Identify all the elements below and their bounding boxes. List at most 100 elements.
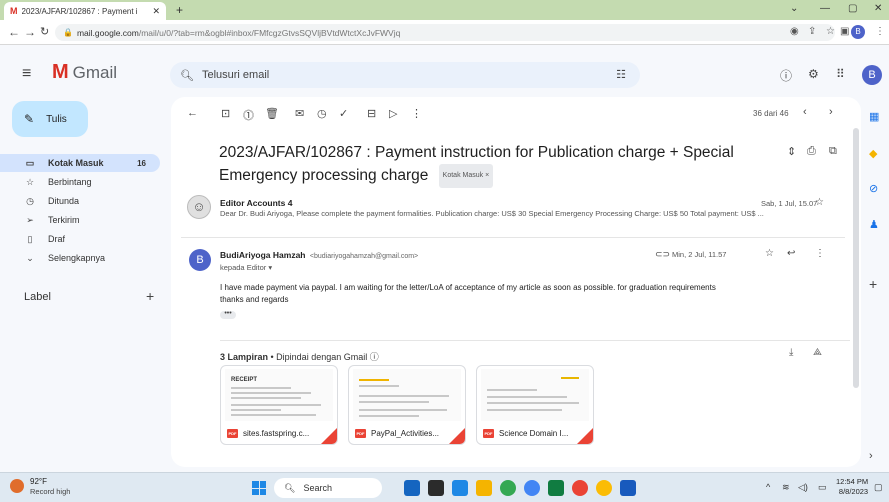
expand-all-icon[interactable]: ⇕	[787, 145, 796, 158]
tab-search-icon[interactable]: ⌄	[790, 3, 798, 14]
reply-icon[interactable]: ↩	[787, 248, 795, 259]
delete-icon[interactable]: 🗑︎	[265, 107, 279, 120]
taskbar-excel-icon[interactable]	[548, 480, 564, 496]
newer-icon[interactable]: ‹	[803, 106, 807, 118]
attachment-card[interactable]: RECEIPT PDF sites.fastspring.c...	[220, 365, 338, 445]
gmail-logo[interactable]: M Gmail	[52, 61, 117, 84]
share-icon[interactable]: ⇪	[808, 26, 816, 37]
show-trimmed-button[interactable]: •••	[220, 310, 236, 319]
attachment-name: Science Domain I...	[499, 428, 569, 438]
sidebar-item-drafts[interactable]: ▯ Draf	[0, 230, 160, 248]
restore-icon[interactable]: ▢	[848, 3, 857, 14]
apps-grid-icon[interactable]: ⠿	[836, 67, 845, 81]
add-task-icon[interactable]: ✓	[339, 107, 348, 120]
bookmark-star-icon[interactable]: ☆	[826, 26, 835, 37]
reload-icon[interactable]: ↻	[40, 25, 49, 38]
email-view: ← ⊡ ⓵ 🗑︎ ✉ ◷ ✓ ⊟ ▷ ⋮ 36 dari 46 ‹ › 2023…	[171, 97, 861, 467]
pdf-icon: PDF	[483, 428, 494, 438]
close-window-icon[interactable]: ✕	[874, 3, 882, 14]
sender-avatar: ☺	[187, 195, 211, 219]
inbox-icon: ▭	[25, 157, 35, 168]
search-placeholder: Telusuri email	[201, 69, 270, 81]
help-icon[interactable]: ⓘ	[780, 67, 792, 84]
taskbar-word-icon[interactable]	[620, 480, 636, 496]
taskbar-chrome-icon[interactable]	[572, 480, 588, 496]
weather-desc: Record high	[30, 487, 71, 496]
taskbar-clock[interactable]: 12:54 PM 8/8/2023	[836, 477, 868, 497]
open-new-window-icon[interactable]: ⧉	[829, 145, 837, 158]
report-spam-icon[interactable]: ⓵	[243, 107, 254, 123]
main-menu-icon[interactable]: ≡	[22, 65, 31, 83]
recipient-dropdown[interactable]: kepada Editor ▾	[220, 263, 272, 272]
account-avatar[interactable]: B	[862, 65, 882, 85]
calendar-icon[interactable]: ▦	[869, 110, 879, 123]
move-to-icon[interactable]: ⊟	[367, 107, 376, 120]
sidebar-item-snoozed[interactable]: ◷ Ditunda	[0, 192, 160, 210]
compose-button[interactable]: ✎ Tulis	[12, 101, 88, 137]
volume-icon[interactable]: ◁)	[798, 482, 808, 493]
clock-date: 8/8/2023	[838, 487, 869, 496]
sidebar-item-starred[interactable]: ☆ Berbintang	[0, 173, 160, 191]
taskbar-search[interactable]: 🔍︎ Search	[274, 478, 382, 498]
back-icon[interactable]: ←	[8, 25, 20, 39]
browser-tab[interactable]: M 2023/AJFAR/102867 : Payment i ✕	[4, 2, 166, 20]
new-tab-button[interactable]: +	[176, 3, 183, 17]
label-icon[interactable]: ▷	[389, 107, 397, 120]
location-icon[interactable]: ◉	[790, 26, 799, 37]
start-windows-icon[interactable]	[252, 481, 266, 495]
download-all-icon[interactable]: ⤓	[789, 347, 793, 358]
back-to-inbox-icon[interactable]: ←	[187, 107, 198, 119]
browser-profile-avatar[interactable]: B	[851, 25, 865, 39]
keep-icon[interactable]: ◆	[869, 147, 877, 160]
archive-icon[interactable]: ⊡	[221, 107, 230, 120]
search-input[interactable]: 🔍︎ Telusuri email ☷	[170, 62, 640, 88]
tasks-icon[interactable]: ⊘	[869, 182, 878, 195]
forward-icon[interactable]: →	[24, 25, 36, 39]
contacts-icon[interactable]: ♟	[869, 218, 879, 231]
show-side-panel-icon[interactable]: ›	[869, 450, 873, 462]
weather-icon[interactable]	[10, 479, 24, 493]
attachments-header: 3 Lampiran • Dipindai dengan Gmail ⓘ	[220, 350, 379, 363]
save-to-drive-icon[interactable]: ⟁	[813, 347, 822, 358]
attachment-card[interactable]: PDF PayPal_Activities...	[348, 365, 466, 445]
snooze-icon[interactable]: ◷	[317, 107, 327, 120]
taskbar-app-icon[interactable]	[428, 480, 444, 496]
taskbar-chrome-icon[interactable]	[596, 480, 612, 496]
search-icon[interactable]: 🔍︎	[180, 69, 194, 82]
settings-gear-icon[interactable]: ⚙	[808, 67, 819, 81]
older-icon[interactable]: ›	[829, 106, 833, 118]
wifi-icon[interactable]: ≋	[782, 482, 790, 493]
search-options-icon[interactable]: ☷	[616, 68, 626, 81]
sidebar-item-sent[interactable]: ➢ Terkirim	[0, 211, 160, 229]
mark-unread-icon[interactable]: ✉	[295, 107, 304, 120]
email-scrollbar[interactable]	[853, 128, 859, 388]
message-snippet: Dear Dr. Budi Ariyoga, Please complete t…	[220, 209, 764, 218]
star-icon[interactable]: ☆	[815, 197, 824, 208]
label-chip-inbox[interactable]: Kotak Masuk ×	[438, 164, 494, 188]
attachment-card[interactable]: PDF Science Domain I...	[476, 365, 594, 445]
more-options-icon[interactable]: ⋮	[411, 107, 422, 120]
add-label-icon[interactable]: +	[146, 288, 154, 304]
message-collapsed[interactable]: ☺ Editor Accounts 4 Sab, 1 Jul, 15.07 ☆ …	[185, 195, 845, 235]
taskbar-chrome-icon[interactable]	[524, 480, 540, 496]
notifications-icon[interactable]: ▢	[874, 482, 883, 493]
taskbar-app-icon[interactable]	[404, 480, 420, 496]
sidebar-item-label: Selengkapnya	[48, 253, 106, 263]
sidebar-item-more[interactable]: ⌄ Selengkapnya	[0, 249, 160, 267]
sidebar-item-inbox[interactable]: ▭ Kotak Masuk 16	[0, 154, 160, 172]
taskbar-folder-icon[interactable]	[476, 480, 492, 496]
battery-icon[interactable]: ▭	[818, 482, 827, 493]
tab-close-icon[interactable]: ✕	[152, 6, 160, 17]
weather-temp: 92°F	[30, 477, 47, 486]
side-panel-icon[interactable]: ▣	[840, 26, 849, 37]
browser-menu-icon[interactable]: ⋮	[875, 26, 885, 37]
minimize-icon[interactable]: —	[820, 3, 830, 14]
star-icon[interactable]: ☆	[765, 248, 774, 259]
address-bar[interactable]: 🔒 mail.google.com /mail/u/0/?tab=rm&ogbl…	[55, 24, 835, 41]
tray-overflow-icon[interactable]: ^	[766, 482, 770, 492]
get-addons-icon[interactable]: +	[869, 276, 877, 292]
taskbar-app-icon[interactable]	[452, 480, 468, 496]
message-more-icon[interactable]: ⋮	[815, 248, 825, 259]
taskbar-chrome-icon[interactable]	[500, 480, 516, 496]
print-icon[interactable]: ⎙	[807, 145, 816, 158]
